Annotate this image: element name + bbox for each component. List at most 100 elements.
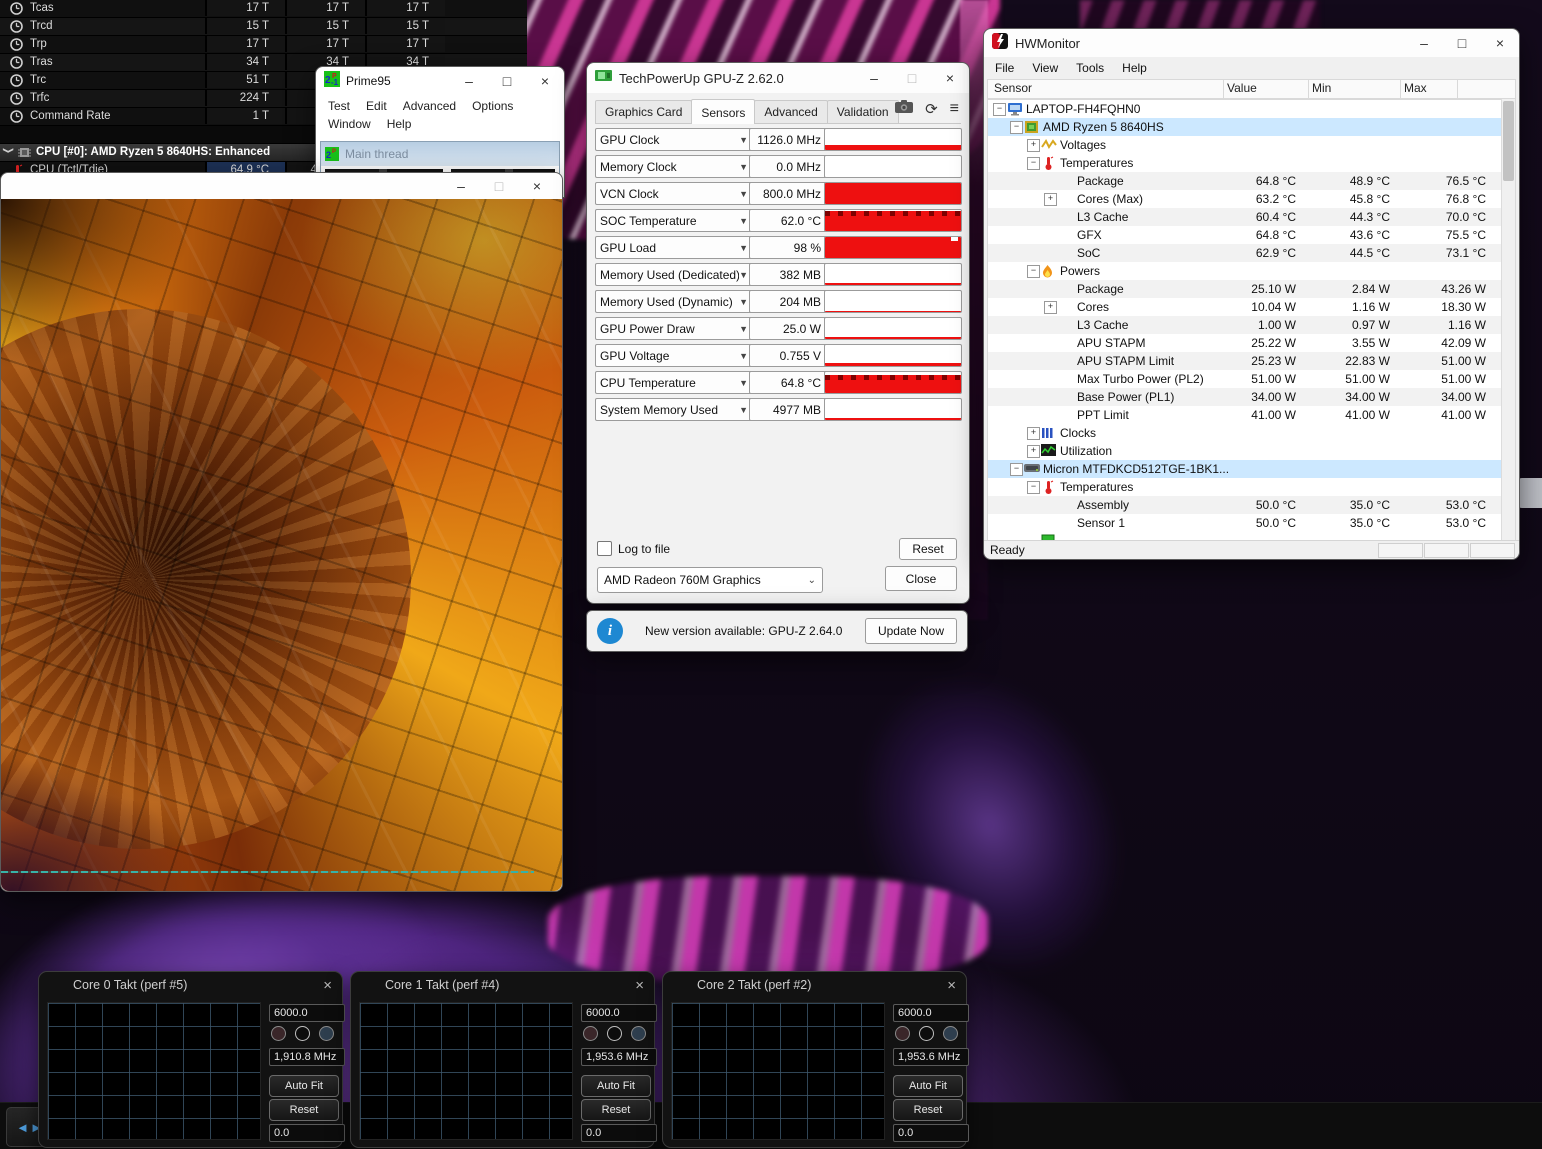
hwmonitor-tree-row[interactable]: Assembly 50.0 °C 35.0 °C 53.0 °C <box>988 496 1515 514</box>
option-toggle-icon[interactable] <box>919 1026 934 1041</box>
close-icon[interactable]: × <box>947 977 956 994</box>
menu-item-view[interactable]: View <box>1023 58 1067 78</box>
tree-expander-icon[interactable]: − <box>1010 463 1023 476</box>
sensor-dropdown[interactable]: GPU Voltage ▼ <box>595 344 753 367</box>
close-icon[interactable]: × <box>518 173 556 199</box>
option-toggle-icon[interactable] <box>271 1026 286 1041</box>
hwmonitor-tree-row[interactable]: − LAPTOP-FH4FQHN0 <box>988 100 1515 118</box>
close-icon[interactable]: × <box>323 977 332 994</box>
column-header-min[interactable]: Min <box>1312 81 1331 95</box>
hwmonitor-tree-row[interactable]: − Powers <box>988 262 1515 280</box>
tree-expander-icon[interactable]: − <box>993 103 1006 116</box>
hwmonitor-tree-row[interactable]: − Micron MTFDKCD512TGE-1BK1... <box>988 460 1515 478</box>
gpuz-titlebar[interactable]: TechPowerUp GPU-Z 2.62.0 – □ × <box>587 63 969 93</box>
menu-item-options[interactable]: Options <box>464 97 521 115</box>
tree-expander-icon[interactable]: + <box>1027 427 1040 440</box>
auto-fit-button[interactable]: Auto Fit <box>581 1075 651 1097</box>
tree-expander-icon[interactable]: + <box>1044 193 1057 206</box>
tree-expander-icon[interactable]: + <box>1027 445 1040 458</box>
chevron-down-icon[interactable]: ❭ <box>3 146 14 154</box>
sensor-dropdown[interactable]: Memory Used (Dynamic) ▼ <box>595 290 753 313</box>
menu-item-tools[interactable]: Tools <box>1067 58 1113 78</box>
reset-button[interactable]: Reset <box>581 1099 651 1121</box>
tab-sensors[interactable]: Sensors <box>691 99 756 124</box>
tree-expander-icon[interactable]: − <box>1027 265 1040 278</box>
scrollbar-thumb[interactable] <box>1503 101 1514 181</box>
hwmonitor-tree-row[interactable]: APU STAPM Limit 25.23 W 22.83 W 51.00 W <box>988 352 1515 370</box>
reset-button[interactable]: Reset <box>899 538 957 560</box>
minimize-icon[interactable]: – <box>442 173 480 199</box>
hwmonitor-tree-row[interactable]: GFX 64.8 °C 43.6 °C 75.5 °C <box>988 226 1515 244</box>
hwinfo-sensor-row[interactable]: Trcd 15 T 15 T 15 T <box>0 18 527 36</box>
close-icon[interactable]: × <box>1481 29 1519 57</box>
menu-icon[interactable]: ≡ <box>950 100 959 118</box>
hwmonitor-tree-row[interactable]: − Temperatures <box>988 478 1515 496</box>
hwmonitor-tree-row[interactable]: − Temperatures <box>988 154 1515 172</box>
minimize-icon[interactable]: – <box>855 63 893 93</box>
menu-item-edit[interactable]: Edit <box>358 97 395 115</box>
graph-option-toggles[interactable] <box>271 1026 334 1041</box>
worker-titlebar[interactable]: 2P Main thread <box>321 142 559 166</box>
column-header-value[interactable]: Value <box>1227 81 1257 95</box>
graph-option-toggles[interactable] <box>583 1026 646 1041</box>
core-window-titlebar[interactable]: Core 0 Takt (perf #5) × <box>39 972 342 1112</box>
menu-item-window[interactable]: Window <box>320 115 379 133</box>
tab-graphics-card[interactable]: Graphics Card <box>595 100 693 123</box>
maximize-icon[interactable]: □ <box>480 173 518 199</box>
hwmonitor-tree-row[interactable]: Package 64.8 °C 48.9 °C 76.5 °C <box>988 172 1515 190</box>
sensor-dropdown[interactable]: Memory Used (Dedicated) ▼ <box>595 263 753 286</box>
sensor-dropdown[interactable]: GPU Power Draw ▼ <box>595 317 753 340</box>
reset-button[interactable]: Reset <box>893 1099 963 1121</box>
auto-fit-button[interactable]: Auto Fit <box>893 1075 963 1097</box>
close-icon[interactable]: × <box>635 977 644 994</box>
graph-option-toggles[interactable] <box>895 1026 958 1041</box>
hwmonitor-tree-row[interactable]: L3 Cache 1.00 W 0.97 W 1.16 W <box>988 316 1515 334</box>
hwmonitor-tree-row[interactable]: L3 Cache 60.4 °C 44.3 °C 70.0 °C <box>988 208 1515 226</box>
option-toggle-icon[interactable] <box>607 1026 622 1041</box>
hwmonitor-tree-row[interactable]: − AMD Ryzen 5 8640HS <box>988 118 1515 136</box>
tree-expander-icon[interactable]: − <box>1027 481 1040 494</box>
y-axis-max-input[interactable]: 6000.0 <box>269 1004 345 1022</box>
menu-item-test[interactable]: Test <box>320 97 358 115</box>
sensor-dropdown[interactable]: System Memory Used ▼ <box>595 398 753 421</box>
minimize-icon[interactable]: – <box>450 67 488 95</box>
close-icon[interactable]: × <box>931 63 969 93</box>
image-viewer-titlebar[interactable]: – □ × <box>1 173 562 199</box>
maximize-icon[interactable]: □ <box>488 67 526 95</box>
prime95-titlebar[interactable]: 2 P -1 Prime95 – □ × <box>316 67 564 95</box>
menu-item-advanced[interactable]: Advanced <box>395 97 464 115</box>
y-axis-min-input[interactable]: 0.0 <box>581 1124 657 1142</box>
y-axis-min-input[interactable]: 0.0 <box>269 1124 345 1142</box>
close-icon[interactable]: × <box>526 67 564 95</box>
auto-fit-button[interactable]: Auto Fit <box>269 1075 339 1097</box>
hwmonitor-tree-row[interactable]: + Clocks <box>988 424 1515 442</box>
maximize-icon[interactable]: □ <box>1443 29 1481 57</box>
option-toggle-icon[interactable] <box>895 1026 910 1041</box>
hwmonitor-tree-row[interactable]: Base Power (PL1) 34.00 W 34.00 W 34.00 W <box>988 388 1515 406</box>
refresh-icon[interactable]: ⟳ <box>925 100 938 118</box>
close-button[interactable]: Close <box>885 566 957 591</box>
hwmonitor-tree-row[interactable]: Package 25.10 W 2.84 W 43.26 W <box>988 280 1515 298</box>
hwmonitor-tree-row[interactable]: SoC 62.9 °C 44.5 °C 73.1 °C <box>988 244 1515 262</box>
tree-expander-icon[interactable]: + <box>1044 301 1057 314</box>
option-toggle-icon[interactable] <box>631 1026 646 1041</box>
reset-button[interactable]: Reset <box>269 1099 339 1121</box>
y-axis-max-input[interactable]: 6000.0 <box>893 1004 969 1022</box>
minimize-icon[interactable]: – <box>1405 29 1443 57</box>
tree-expander-icon[interactable]: + <box>1027 139 1040 152</box>
sensor-dropdown[interactable]: GPU Load ▼ <box>595 236 753 259</box>
hwmonitor-tree-row[interactable]: + Cores (Max) 63.2 °C 45.8 °C 76.8 °C <box>988 190 1515 208</box>
tree-expander-icon[interactable]: − <box>1027 157 1040 170</box>
column-header-sensor[interactable]: Sensor <box>994 81 1032 95</box>
menu-item-help[interactable]: Help <box>379 115 420 133</box>
scrollbar[interactable] <box>1501 99 1515 541</box>
hwmonitor-tree-row[interactable]: APU STAPM 25.22 W 3.55 W 42.09 W <box>988 334 1515 352</box>
hwmonitor-tree-row[interactable]: + Utilization <box>988 442 1515 460</box>
sensor-dropdown[interactable]: CPU Temperature ▼ <box>595 371 753 394</box>
menu-item-file[interactable]: File <box>986 58 1023 78</box>
sensor-dropdown[interactable]: GPU Clock ▼ <box>595 128 753 151</box>
hwmonitor-tree-row[interactable]: PPT Limit 41.00 W 41.00 W 41.00 W <box>988 406 1515 424</box>
sensor-dropdown[interactable]: VCN Clock ▼ <box>595 182 753 205</box>
option-toggle-icon[interactable] <box>319 1026 334 1041</box>
option-toggle-icon[interactable] <box>583 1026 598 1041</box>
